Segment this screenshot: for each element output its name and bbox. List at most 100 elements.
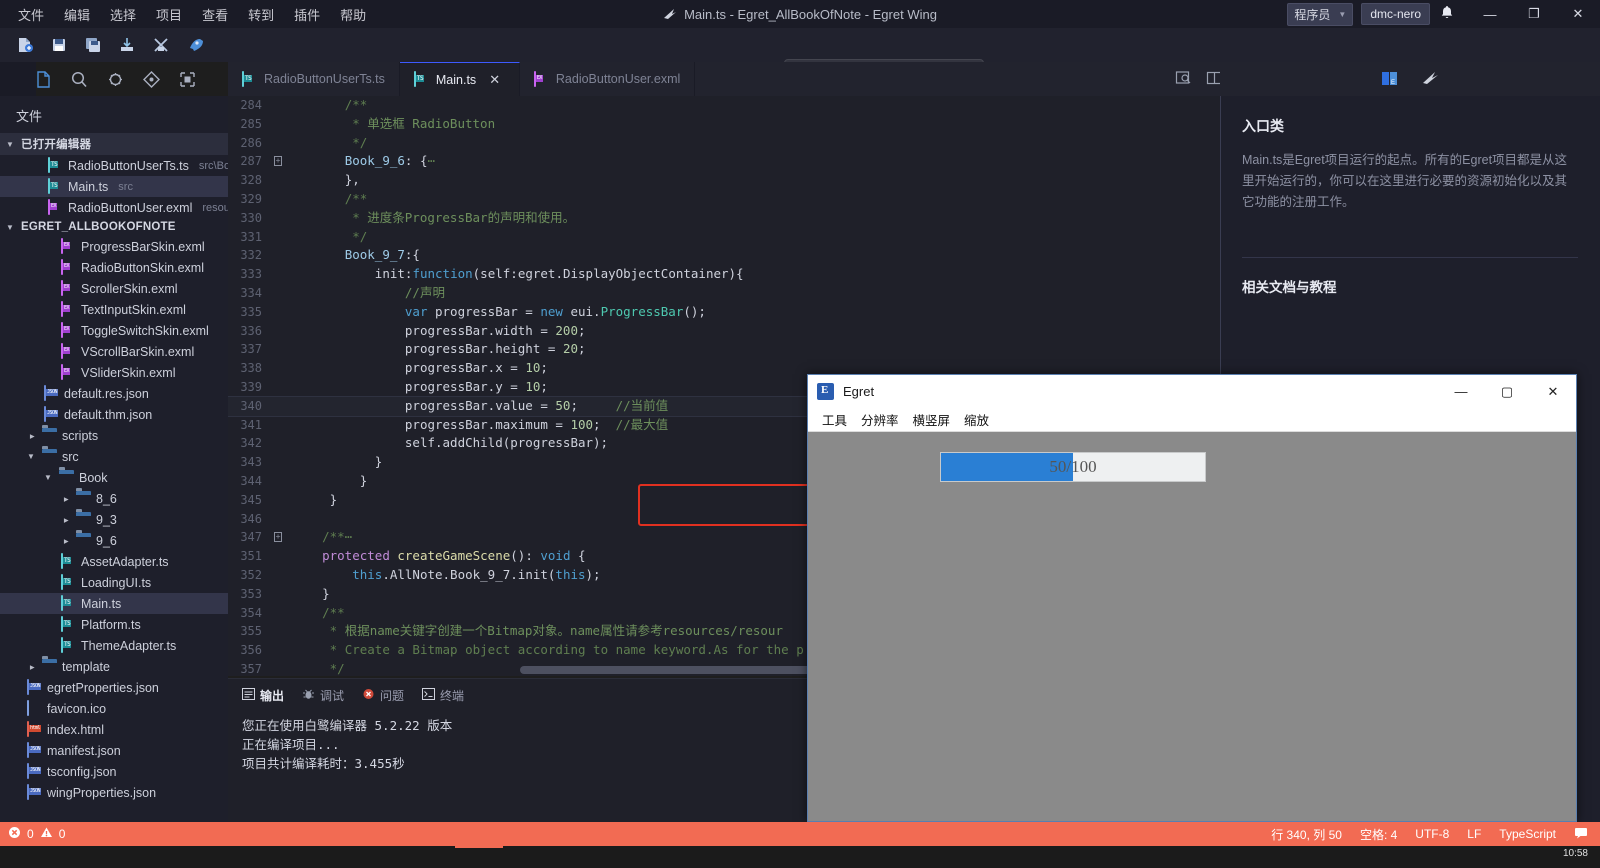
egret-maximize-button[interactable]: ▢ (1484, 375, 1530, 408)
chevron-right-icon[interactable]: ▼ (28, 662, 37, 672)
tree-file-item[interactable]: EX VScrollBarSkin.exml (0, 341, 228, 362)
code-line[interactable]: 284 /** (228, 96, 1220, 115)
menu-item-help[interactable]: 帮助 (330, 1, 376, 28)
editor-tab[interactable]: TS Main.ts ✕ (399, 62, 520, 96)
menu-item-view[interactable]: 查看 (192, 1, 238, 28)
egret-menu-resolution[interactable]: 分辨率 (856, 408, 904, 431)
tree-file-item[interactable]: TS ThemeAdapter.ts (0, 635, 228, 656)
account-name[interactable]: dmc-nero (1361, 3, 1430, 25)
code-line[interactable]: 328 }, (228, 171, 1220, 190)
chevron-right-icon[interactable]: ▼ (62, 536, 71, 546)
tree-folder-item[interactable]: ▼ 9_6 (0, 530, 228, 551)
extensions-icon[interactable] (171, 63, 203, 95)
panel-tab-problems[interactable]: 问题 (362, 687, 404, 704)
tree-file-item[interactable]: EX ScrollerSkin.exml (0, 278, 228, 299)
chevron-right-icon[interactable]: ▼ (28, 431, 37, 441)
tree-folder-item[interactable]: ▼ template (0, 656, 228, 677)
source-control-icon[interactable] (135, 63, 167, 95)
chevron-right-icon[interactable]: ▼ (62, 515, 71, 525)
editor-tab[interactable]: EX RadioButtonUser.exml (519, 62, 696, 96)
tree-file-item[interactable]: EX VSliderSkin.exml (0, 362, 228, 383)
egret-minimize-button[interactable]: — (1438, 375, 1484, 408)
code-line[interactable]: 334 //声明 (228, 284, 1220, 303)
eol-setting[interactable]: LF (1467, 827, 1481, 841)
cursor-position[interactable]: 行 340, 列 50 (1271, 826, 1342, 843)
tree-folder-item[interactable]: ▼ src (0, 446, 228, 467)
explorer-icon[interactable] (28, 63, 60, 95)
egret-menu-orientation[interactable]: 横竖屏 (908, 408, 956, 431)
search-icon[interactable] (64, 63, 96, 95)
error-icon[interactable] (8, 826, 21, 842)
fold-expand-icon[interactable]: + (270, 152, 286, 171)
editor-tab[interactable]: TS RadioButtonUserTs.ts (228, 62, 400, 96)
tree-file-item[interactable]: EX RadioButtonSkin.exml (0, 257, 228, 278)
language-mode[interactable]: TypeScript (1499, 827, 1556, 841)
open-editor-item[interactable]: TS RadioButtonUserTs.ts src\Boo... (0, 155, 228, 176)
window-close-button[interactable]: ✕ (1556, 0, 1600, 28)
open-editor-item[interactable]: EX RadioButtonUser.exml resour... (0, 197, 228, 218)
code-line[interactable]: 337 progressBar.height = 20; (228, 340, 1220, 359)
menu-item-edit[interactable]: 编辑 (54, 1, 100, 28)
bell-icon[interactable] (1440, 5, 1454, 23)
menu-item-goto[interactable]: 转到 (238, 1, 284, 28)
tab-close-icon[interactable]: ✕ (489, 72, 500, 88)
code-line[interactable]: 285 * 单选框 RadioButton (228, 115, 1220, 134)
docs-icon[interactable]: E (1380, 69, 1399, 90)
code-line[interactable]: 330 * 进度条ProgressBar的声明和使用。 (228, 209, 1220, 228)
tree-file-item[interactable]: EX ToggleSwitchSkin.exml (0, 320, 228, 341)
code-line[interactable]: 331 */ (228, 228, 1220, 247)
egret-menu-tools[interactable]: 工具 (817, 408, 852, 431)
tree-folder-item[interactable]: ▼ Book (0, 467, 228, 488)
debug-icon[interactable] (100, 63, 132, 95)
egret-title-bar[interactable]: Egret — ▢ ✕ (808, 375, 1576, 408)
tree-file-item[interactable]: html index.html (0, 719, 228, 740)
tree-file-item[interactable]: JSON wingProperties.json (0, 782, 228, 803)
code-line[interactable]: 336 progressBar.width = 200; (228, 322, 1220, 341)
code-line[interactable]: 287 + Book_9_6: {⋯ (228, 152, 1220, 171)
fold-expand-icon[interactable]: + (270, 528, 286, 547)
tree-file-item[interactable]: EX ProgressBarSkin.exml (0, 236, 228, 257)
tree-file-item[interactable]: JSON manifest.json (0, 740, 228, 761)
role-selector[interactable]: 程序员 ▼ (1287, 2, 1354, 26)
tree-file-item[interactable]: TS Platform.ts (0, 614, 228, 635)
chevron-down-icon[interactable]: ▼ (44, 473, 54, 482)
code-line[interactable]: 332 Book_9_7:{ (228, 246, 1220, 265)
chevron-down-icon[interactable]: ▼ (27, 452, 37, 461)
tree-folder-item[interactable]: ▼ 9_3 (0, 509, 228, 530)
save-icon[interactable] (44, 32, 74, 58)
wing-icon[interactable] (1421, 70, 1440, 89)
chevron-right-icon[interactable]: ▼ (62, 494, 71, 504)
egret-preview-window[interactable]: Egret — ▢ ✕ 工具 分辨率 横竖屏 缩放 50/100 (807, 374, 1577, 822)
code-line[interactable]: 335 var progressBar = new eui.ProgressBa… (228, 303, 1220, 322)
window-minimize-button[interactable]: — (1468, 0, 1512, 28)
tree-file-item[interactable]: EX TextInputSkin.exml (0, 299, 228, 320)
section-open-editors[interactable]: ▼ 已打开编辑器 (0, 133, 228, 155)
menu-item-file[interactable]: 文件 (8, 1, 54, 28)
menu-item-plugin[interactable]: 插件 (284, 1, 330, 28)
menu-item-select[interactable]: 选择 (100, 1, 146, 28)
tree-file-item[interactable]: JSON default.thm.json (0, 404, 228, 425)
code-line[interactable]: 333 init:function(self:egret.DisplayObje… (228, 265, 1220, 284)
warning-icon[interactable] (40, 826, 53, 842)
feedback-icon[interactable] (1574, 827, 1588, 842)
panel-tab-terminal[interactable]: 终端 (422, 687, 464, 704)
import-icon[interactable] (112, 32, 142, 58)
egret-close-button[interactable]: ✕ (1530, 375, 1576, 408)
build-icon[interactable] (146, 32, 176, 58)
tree-file-item[interactable]: TS Main.ts (0, 593, 228, 614)
tree-file-item[interactable]: JSON default.res.json (0, 383, 228, 404)
open-editor-item[interactable]: TS Main.ts src (0, 176, 228, 197)
encoding[interactable]: UTF-8 (1415, 827, 1449, 841)
new-file-icon[interactable] (10, 32, 40, 58)
tree-file-item[interactable]: favicon.ico (0, 698, 228, 719)
tree-file-item[interactable]: TS AssetAdapter.ts (0, 551, 228, 572)
tree-file-item[interactable]: TS LoadingUI.ts (0, 572, 228, 593)
menu-item-project[interactable]: 项目 (146, 1, 192, 28)
run-icon[interactable] (180, 32, 210, 58)
section-project[interactable]: ▼ EGRET_ALLBOOKOFNOTE (0, 218, 228, 236)
tree-folder-item[interactable]: ▼ 8_6 (0, 488, 228, 509)
code-line[interactable]: 329 /** (228, 190, 1220, 209)
split-preview-icon[interactable] (1175, 70, 1192, 89)
window-maximize-button[interactable]: ❐ (1512, 0, 1556, 28)
code-line[interactable]: 286 */ (228, 134, 1220, 153)
